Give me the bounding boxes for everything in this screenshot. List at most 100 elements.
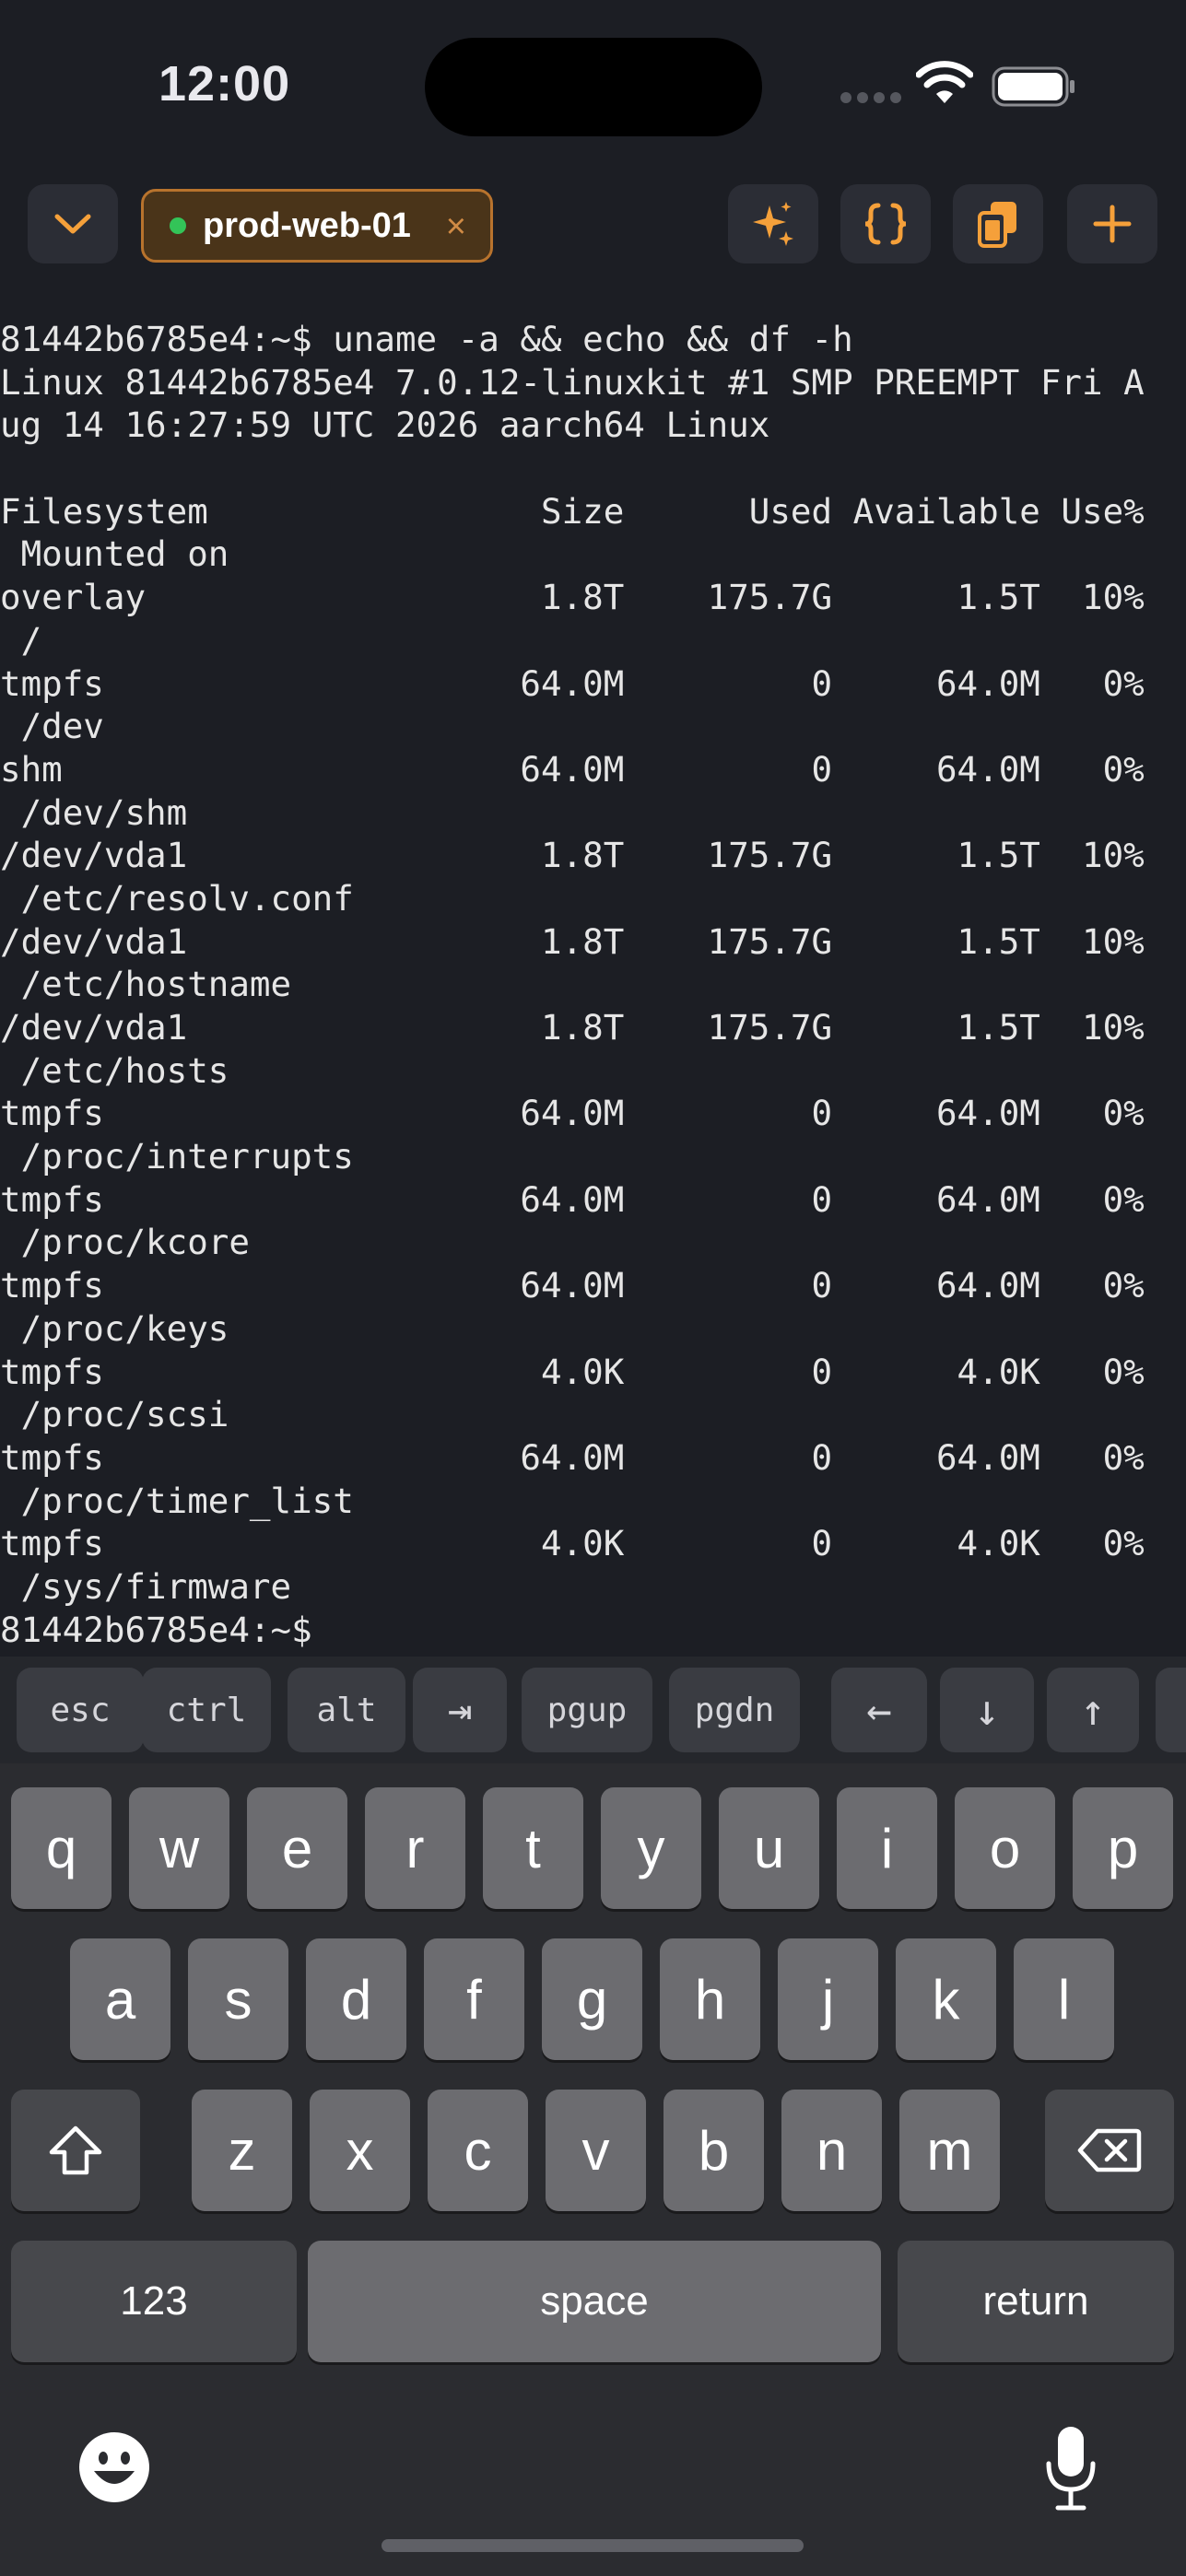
arrow-up-key[interactable]: ↑ bbox=[1047, 1668, 1139, 1752]
pgdn-key[interactable]: pgdn bbox=[669, 1668, 800, 1752]
key-s[interactable]: s bbox=[188, 1938, 288, 2060]
terminal-line: /dev/vda1 1.8T 175.7G 1.5T 10% bbox=[0, 920, 1145, 962]
backspace-icon bbox=[1077, 2128, 1142, 2172]
terminal-line: 81442b6785e4:~$ bbox=[0, 1609, 312, 1650]
pgup-key[interactable]: pgup bbox=[522, 1668, 652, 1752]
terminal-line: /proc/timer_list bbox=[0, 1480, 354, 1521]
clipboard-icon bbox=[978, 202, 1016, 248]
terminal-line: tmpfs 64.0M 0 64.0M 0% bbox=[0, 1178, 1145, 1220]
terminal-line: overlay 1.8T 175.7G 1.5T 10% bbox=[0, 577, 1145, 618]
terminal-line: tmpfs 64.0M 0 64.0M 0% bbox=[0, 662, 1145, 704]
key-e[interactable]: e bbox=[247, 1787, 347, 1909]
terminal-key-accessory-bar: esc ctrl alt ⇥ pgup pgdn ← ↓ ↑ bbox=[0, 1657, 1186, 1763]
status-time: 12:00 bbox=[159, 56, 291, 111]
key-p[interactable]: p bbox=[1073, 1787, 1173, 1909]
key-x[interactable]: x bbox=[310, 2090, 410, 2211]
chevron-down-icon bbox=[54, 214, 91, 234]
terminal-line: tmpfs 64.0M 0 64.0M 0% bbox=[0, 1093, 1145, 1134]
key-r[interactable]: r bbox=[365, 1787, 465, 1909]
terminal-line: /dev/vda1 1.8T 175.7G 1.5T 10% bbox=[0, 1007, 1145, 1048]
terminal-line: /proc/kcore bbox=[0, 1222, 250, 1263]
terminal-line: Linux 81442b6785e4 7.0.12-linuxkit #1 SM… bbox=[0, 361, 1145, 403]
terminal-line: / bbox=[0, 619, 42, 661]
terminal-line: tmpfs 64.0M 0 64.0M 0% bbox=[0, 1436, 1145, 1478]
terminal-line: /etc/resolv.conf bbox=[0, 877, 354, 919]
tab-key[interactable]: ⇥ bbox=[413, 1668, 507, 1752]
snippets-button[interactable] bbox=[840, 184, 931, 263]
key-l[interactable]: l bbox=[1014, 1938, 1114, 2060]
connection-status-dot bbox=[170, 217, 186, 234]
clipboard-button[interactable] bbox=[953, 184, 1043, 263]
terminal-line: Mounted on bbox=[0, 533, 229, 575]
key-b[interactable]: b bbox=[663, 2090, 764, 2211]
key-k[interactable]: k bbox=[896, 1938, 996, 2060]
dictation-button[interactable] bbox=[1041, 2423, 1100, 2513]
terminal-output[interactable]: 81442b6785e4:~$ uname -a && echo && df -… bbox=[0, 318, 1186, 1654]
session-tab-prod-web-01[interactable]: prod-web-01 × bbox=[141, 189, 493, 263]
key-w[interactable]: w bbox=[129, 1787, 229, 1909]
arrow-left-key[interactable]: ← bbox=[831, 1668, 927, 1752]
dynamic-island bbox=[425, 38, 762, 136]
esc-key[interactable]: esc bbox=[17, 1668, 144, 1752]
terminal-line: /sys/firmware bbox=[0, 1565, 292, 1607]
delete-key[interactable] bbox=[1045, 2090, 1174, 2211]
session-tab-label: prod-web-01 bbox=[203, 205, 411, 245]
home-indicator[interactable] bbox=[382, 2539, 804, 2552]
key-f[interactable]: f bbox=[424, 1938, 524, 2060]
alt-key[interactable]: alt bbox=[288, 1668, 405, 1752]
key-n[interactable]: n bbox=[781, 2090, 882, 2211]
terminal-line: /dev bbox=[0, 706, 104, 747]
terminal-line: tmpfs 4.0K 0 4.0K 0% bbox=[0, 1523, 1145, 1564]
collapse-button[interactable] bbox=[28, 184, 118, 263]
key-v[interactable]: v bbox=[546, 2090, 646, 2211]
terminal-line: /proc/scsi bbox=[0, 1394, 229, 1435]
system-keyboard: q w e r t y u i o p a s d f g h j k l z … bbox=[0, 1763, 1186, 2576]
battery-icon bbox=[992, 66, 1074, 107]
terminal-line: tmpfs 4.0K 0 4.0K 0% bbox=[0, 1351, 1145, 1392]
terminal-line: /proc/interrupts bbox=[0, 1136, 354, 1177]
ai-assist-button[interactable] bbox=[728, 184, 818, 263]
key-t[interactable]: t bbox=[483, 1787, 583, 1909]
terminal-line: /proc/keys bbox=[0, 1307, 229, 1349]
arrow-down-key[interactable]: ↓ bbox=[940, 1668, 1034, 1752]
ctrl-key[interactable]: ctrl bbox=[142, 1668, 271, 1752]
session-toolbar: prod-web-01 × bbox=[0, 184, 1186, 267]
cellular-signal-icon bbox=[840, 92, 901, 103]
shift-key[interactable] bbox=[11, 2090, 140, 2211]
status-bar: 12:00 bbox=[0, 0, 1186, 175]
numbers-key[interactable]: 123 bbox=[11, 2241, 297, 2362]
key-a[interactable]: a bbox=[70, 1938, 170, 2060]
terminal-line: shm 64.0M 0 64.0M 0% bbox=[0, 748, 1145, 790]
key-u[interactable]: u bbox=[719, 1787, 819, 1909]
key-d[interactable]: d bbox=[306, 1938, 406, 2060]
microphone-icon bbox=[1046, 2427, 1096, 2511]
wifi-icon bbox=[916, 61, 973, 103]
key-c[interactable]: c bbox=[428, 2090, 528, 2211]
key-h[interactable]: h bbox=[660, 1938, 760, 2060]
key-m[interactable]: m bbox=[899, 2090, 1000, 2211]
terminal-line: Filesystem Size Used Available Use% bbox=[0, 490, 1145, 532]
terminal-line: ug 14 16:27:59 UTC 2026 aarch64 Linux bbox=[0, 404, 770, 446]
key-y[interactable]: y bbox=[601, 1787, 701, 1909]
key-g[interactable]: g bbox=[542, 1938, 642, 2060]
close-tab-icon[interactable]: × bbox=[446, 208, 466, 245]
emoji-button[interactable] bbox=[77, 2430, 151, 2504]
key-o[interactable]: o bbox=[955, 1787, 1055, 1909]
return-key[interactable]: return bbox=[898, 2241, 1174, 2362]
emoji-icon bbox=[79, 2432, 149, 2502]
add-session-button[interactable] bbox=[1067, 184, 1157, 263]
terminal-line: /etc/hostname bbox=[0, 964, 292, 1005]
more-keys-partial[interactable] bbox=[1156, 1668, 1186, 1752]
add-icon bbox=[1093, 205, 1132, 243]
terminal-line: /etc/hosts bbox=[0, 1049, 229, 1091]
snippets-braces-icon bbox=[864, 203, 907, 245]
terminal-line: /dev/vda1 1.8T 175.7G 1.5T 10% bbox=[0, 835, 1145, 876]
key-z[interactable]: z bbox=[192, 2090, 292, 2211]
space-key[interactable]: space bbox=[308, 2241, 881, 2362]
key-q[interactable]: q bbox=[11, 1787, 112, 1909]
terminal-line: 81442b6785e4:~$ uname -a && echo && df -… bbox=[0, 319, 853, 359]
key-j[interactable]: j bbox=[778, 1938, 878, 2060]
key-i[interactable]: i bbox=[837, 1787, 937, 1909]
terminal-line: tmpfs 64.0M 0 64.0M 0% bbox=[0, 1265, 1145, 1306]
